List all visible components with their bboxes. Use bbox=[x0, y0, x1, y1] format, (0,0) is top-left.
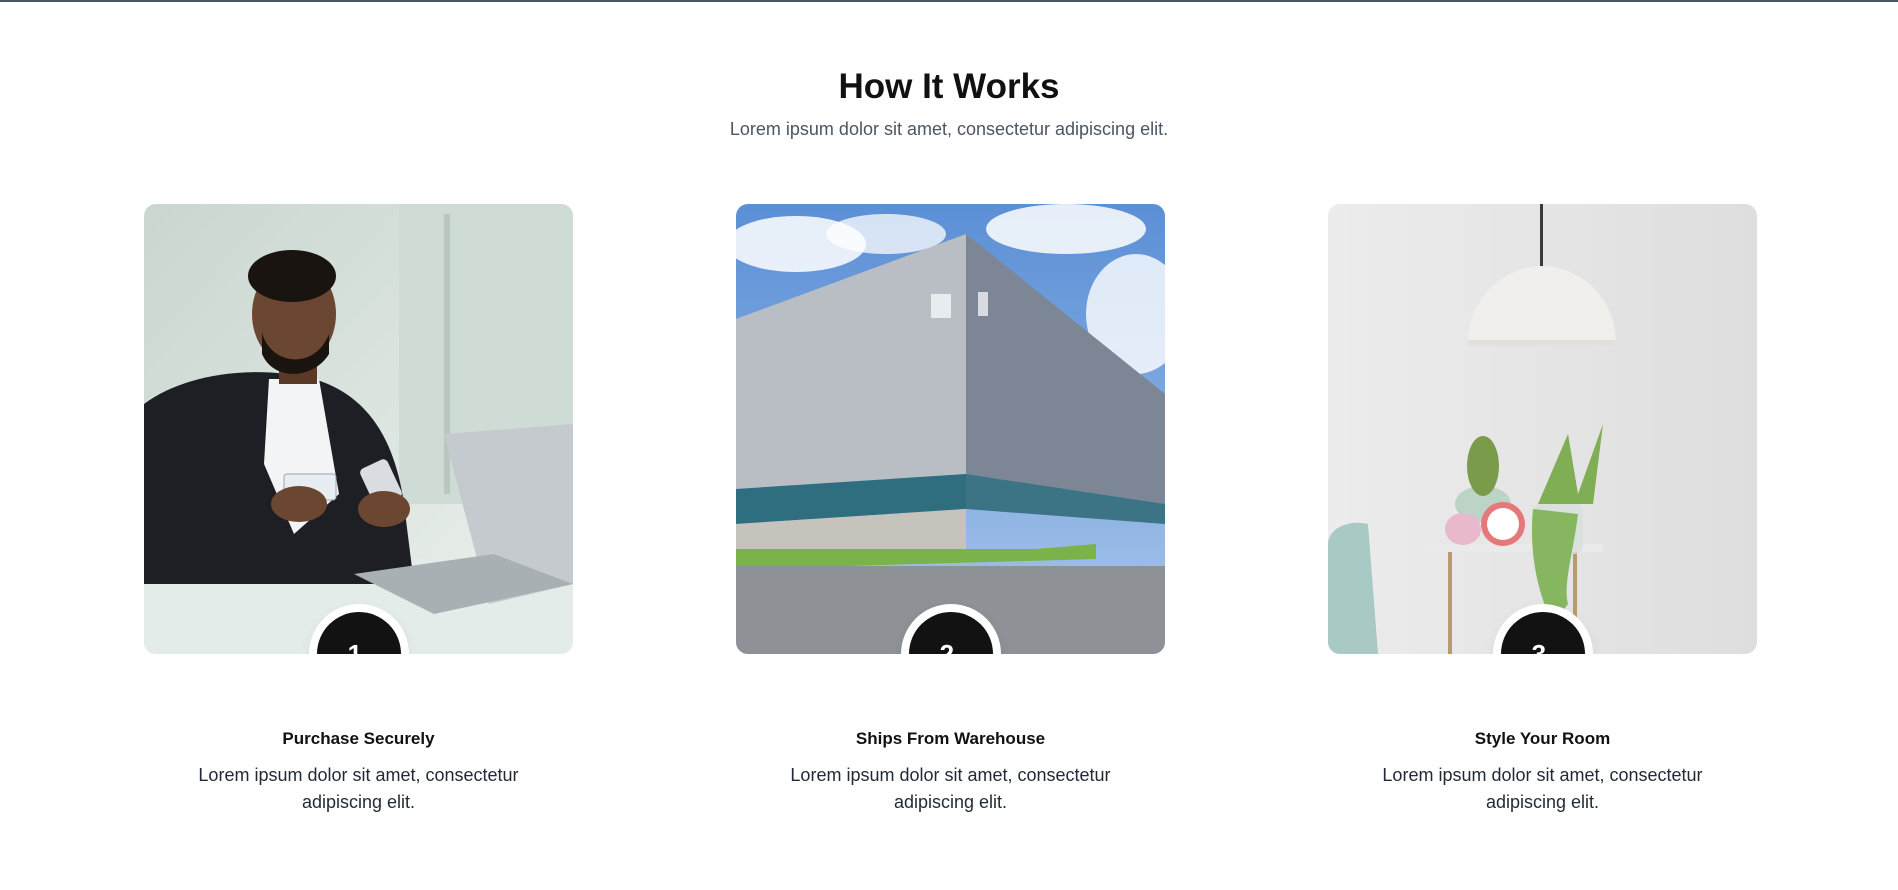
step-image-style: 3. bbox=[1328, 204, 1757, 654]
step-title: Ships From Warehouse bbox=[855, 729, 1046, 748]
step-title: Style Your Room bbox=[1474, 729, 1611, 748]
man-paying-photo bbox=[144, 204, 573, 654]
step-image-warehouse: 2. bbox=[736, 204, 1165, 654]
step-image-purchase: 1. bbox=[144, 204, 573, 654]
step-number-badge: 2. bbox=[908, 612, 993, 654]
section-header: How It Works Lorem ipsum dolor sit amet,… bbox=[0, 64, 1898, 140]
step-card-purchase: 1. Purchase Securely Lorem ipsum dolor s… bbox=[144, 204, 573, 816]
step-description: Lorem ipsum dolor sit amet, consectetur … bbox=[198, 765, 519, 812]
warehouse-photo bbox=[736, 204, 1165, 654]
step-card-style: 3. Style Your Room Lorem ipsum dolor sit… bbox=[1328, 204, 1757, 816]
step-description: Lorem ipsum dolor sit amet, consectetur … bbox=[790, 765, 1111, 812]
step-number-badge: 1. bbox=[316, 612, 401, 654]
section-title: How It Works bbox=[838, 67, 1060, 106]
interior-photo bbox=[1328, 204, 1757, 654]
step-card-warehouse: 2. Ships From Warehouse Lorem ipsum dolo… bbox=[736, 204, 1165, 816]
step-number-badge: 3. bbox=[1500, 612, 1585, 654]
how-it-works-section: How It Works Lorem ipsum dolor sit amet,… bbox=[0, 0, 1898, 890]
section-subtitle: Lorem ipsum dolor sit amet, consectetur … bbox=[729, 119, 1169, 139]
step-title: Purchase Securely bbox=[282, 729, 435, 748]
step-description: Lorem ipsum dolor sit amet, consectetur … bbox=[1382, 765, 1703, 812]
